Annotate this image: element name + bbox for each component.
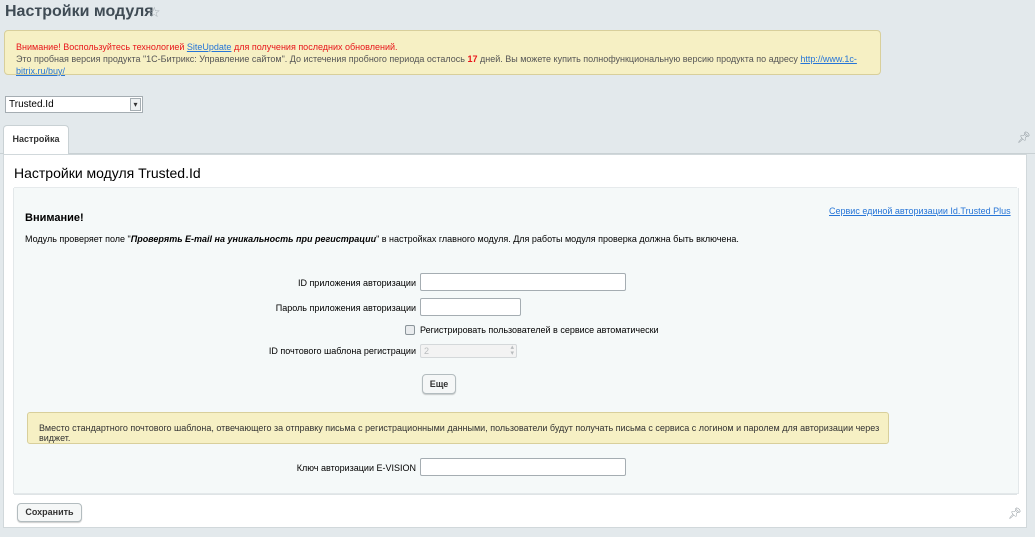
- trial-notice-prefix: Это пробная версия продукта "1С-Битрикс:…: [16, 54, 468, 64]
- evision-key-label: Ключ авторизации E-VISION: [296, 463, 416, 473]
- warning-title: Внимание!: [25, 212, 84, 224]
- mail-template-value: 2: [424, 346, 430, 356]
- auto-register-checkbox[interactable]: [405, 325, 415, 335]
- trial-days-count: 17: [467, 54, 478, 64]
- trial-notice: Внимание! Воспользуйтесь технологией Sit…: [4, 30, 881, 77]
- spinner-arrows-icon[interactable]: ▴ ▾: [510, 344, 514, 357]
- siteupdate-link[interactable]: SiteUpdate: [187, 42, 232, 52]
- mail-template-input[interactable]: 2 ▴ ▾: [420, 344, 517, 358]
- update-notice-line: Внимание! Воспользуйтесь технологией Sit…: [16, 41, 880, 53]
- update-notice-suffix: для получения последних обновлений.: [231, 42, 398, 52]
- form-divider: [14, 494, 1017, 495]
- service-link[interactable]: Сервис единой авторизации Id.Trusted Plu…: [829, 206, 1011, 216]
- chevron-down-icon[interactable]: ▾: [130, 98, 141, 111]
- tab-strip: Настройка 📌︎: [0, 123, 1035, 155]
- module-select-value: Trusted.Id: [9, 99, 54, 110]
- app-password-label: Пароль приложения авторизации: [275, 303, 416, 313]
- tab-settings[interactable]: Настройка: [3, 125, 69, 155]
- pin-icon[interactable]: 📌︎: [1008, 507, 1022, 520]
- star-icon[interactable]: ☆: [148, 4, 161, 21]
- warning-text-prefix: Модуль проверяет поле ": [25, 234, 131, 244]
- more-button[interactable]: Еще: [422, 374, 456, 394]
- module-select[interactable]: Trusted.Id ▾: [5, 96, 143, 113]
- auto-register-label: Регистрировать пользователей в сервисе а…: [420, 325, 659, 335]
- info-box: Вместо стандартного почтового шаблона, о…: [27, 412, 889, 444]
- trial-notice-middle: дней. Вы можете купить полнофункциональн…: [477, 54, 801, 64]
- evision-key-input[interactable]: [420, 458, 626, 476]
- warning-text: Модуль проверяет поле "Проверять E-mail …: [25, 234, 739, 244]
- app-id-label: ID приложения авторизации: [297, 278, 416, 288]
- save-button[interactable]: Сохранить: [17, 503, 82, 522]
- app-password-input[interactable]: [420, 298, 521, 316]
- update-notice-prefix: Внимание! Воспользуйтесь технологией: [16, 42, 187, 52]
- trial-notice-line: Это пробная версия продукта "1С-Битрикс:…: [16, 53, 880, 77]
- page-title: Настройки модуля: [5, 3, 154, 20]
- warning-text-suffix: " в настройках главного модуля. Для рабо…: [376, 234, 739, 244]
- panel-title: Настройки модуля Trusted.Id: [14, 165, 201, 181]
- pin-icon[interactable]: 📌︎: [1017, 131, 1031, 144]
- warning-field-name: Проверять E-mail на уникальность при рег…: [130, 234, 377, 244]
- mail-template-label: ID почтового шаблона регистрации: [268, 346, 416, 356]
- app-id-input[interactable]: [420, 273, 626, 291]
